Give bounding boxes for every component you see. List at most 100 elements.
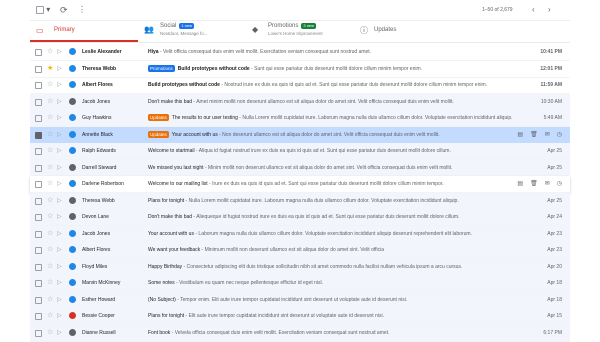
star-icon[interactable]: ☆ xyxy=(47,77,53,93)
star-icon[interactable]: ★ xyxy=(47,61,53,77)
snooze-icon[interactable]: ◷ xyxy=(557,181,562,187)
important-icon[interactable]: ▷ xyxy=(57,77,62,93)
mark-read-icon[interactable]: ✉ xyxy=(545,132,550,138)
important-icon[interactable]: ▷ xyxy=(57,292,62,308)
email-row[interactable]: ☆ ▷ Albert Flores Build prototypes without … xyxy=(30,77,570,94)
select-all-checkbox[interactable]: ▾ xyxy=(36,4,50,16)
people-icon: 👥 xyxy=(144,25,154,34)
email-row[interactable]: ★ ▷ Theresa Webb Promotions Build prototypes… xyxy=(30,61,570,78)
email-date: 12:01 PM xyxy=(540,65,562,72)
star-icon[interactable]: ☆ xyxy=(47,226,53,242)
email-row[interactable]: ☆ ▷ Guy Hawkins Updates The results to our u… xyxy=(30,110,570,127)
email-row[interactable]: ☆ ▷ Jacob Jones Don't make this bad - Amet … xyxy=(30,93,570,111)
email-row[interactable]: ☆ ▷ Darrell Steward We missed you last nigh… xyxy=(30,159,570,177)
important-icon[interactable]: ▷ xyxy=(57,209,62,225)
snooze-icon[interactable]: ◷ xyxy=(557,132,562,138)
important-icon[interactable]: ▷ xyxy=(57,242,62,258)
tab-primary[interactable]: ▭ Primary xyxy=(30,20,138,42)
email-row[interactable]: ☆ ▷ Floyd Miles Happy Birthday - Consectetu… xyxy=(30,258,570,276)
email-date: 6:17 PM xyxy=(543,329,562,336)
email-snippet: - Velvela officia consequat duis enim ve… xyxy=(170,329,390,336)
row-checkbox[interactable] xyxy=(35,296,42,304)
row-checkbox[interactable] xyxy=(35,131,42,139)
email-row[interactable]: ☆ ▷ Esther Howard (No Subject) - Tempor eni… xyxy=(30,291,570,309)
tab-social[interactable]: 👥 Social 1 new Nextdoor, Message fo... xyxy=(140,20,246,42)
email-subject: Welcome to startmail xyxy=(148,148,195,154)
email-row[interactable]: ☆ ▷ Bessie Cooper Plans for tonight - Elit … xyxy=(30,308,570,325)
star-icon[interactable]: ☆ xyxy=(47,44,53,60)
refresh-icon[interactable]: ⟳ xyxy=(60,4,68,16)
star-icon[interactable]: ☆ xyxy=(47,127,53,143)
important-icon[interactable]: ▷ xyxy=(57,325,62,341)
row-checkbox[interactable] xyxy=(35,280,42,287)
star-icon[interactable]: ☆ xyxy=(47,94,53,110)
important-icon[interactable]: ▷ xyxy=(57,176,62,192)
email-row[interactable]: ☆ ▷ Annette Black Updates Your account with … xyxy=(30,126,570,144)
mark-read-icon[interactable]: ✉ xyxy=(545,181,550,187)
email-row[interactable]: ☆ ▷ Jacob Jones Your account with us - Labo… xyxy=(30,225,570,243)
important-icon[interactable]: ▷ xyxy=(57,160,62,176)
star-icon[interactable]: ☆ xyxy=(47,176,53,192)
star-icon[interactable]: ☆ xyxy=(47,325,53,341)
row-checkbox[interactable] xyxy=(35,82,42,89)
avatar xyxy=(69,295,76,303)
tab-updates[interactable]: ⓘ Updates xyxy=(360,20,440,42)
archive-icon[interactable]: ▤ xyxy=(517,132,523,138)
important-icon[interactable]: ▷ xyxy=(57,308,62,324)
email-row[interactable]: ☆ ▷ Darlene Robertson Welcome to our mailin… xyxy=(30,176,570,193)
important-icon[interactable]: ▷ xyxy=(57,127,62,143)
star-icon[interactable]: ☆ xyxy=(47,292,53,308)
row-checkbox[interactable] xyxy=(35,98,42,106)
sender-name: Dianne Russell xyxy=(82,329,116,336)
important-icon[interactable]: ▷ xyxy=(57,44,62,60)
email-row[interactable]: ☆ ▷ Devon Lane Don't make this bad - Aliequ… xyxy=(30,209,570,226)
star-icon[interactable]: ☆ xyxy=(47,308,53,324)
important-icon[interactable]: ▷ xyxy=(57,275,62,291)
star-icon[interactable]: ☆ xyxy=(47,160,53,176)
row-checkbox[interactable] xyxy=(35,164,42,172)
important-icon[interactable]: ▷ xyxy=(57,61,62,77)
row-checkbox[interactable] xyxy=(35,313,42,320)
row-checkbox[interactable] xyxy=(35,230,42,238)
star-icon[interactable]: ☆ xyxy=(47,110,53,126)
row-checkbox[interactable] xyxy=(35,115,42,122)
delete-icon[interactable]: 🗑 xyxy=(530,132,538,138)
star-icon[interactable]: ☆ xyxy=(47,242,53,258)
row-checkbox[interactable] xyxy=(35,197,42,205)
important-icon[interactable]: ▷ xyxy=(57,259,62,275)
important-icon[interactable]: ▷ xyxy=(57,94,62,110)
star-icon[interactable]: ☆ xyxy=(47,259,53,275)
star-icon[interactable]: ☆ xyxy=(47,193,53,209)
email-row[interactable]: ☆ ▷ Leslie Alexander Hiya - Velit officia c… xyxy=(30,44,570,61)
email-row[interactable]: ☆ ▷ Albert Flores We want your feedback - M… xyxy=(30,242,570,259)
email-row[interactable]: ☆ ▷ Ralph Edwards Welcome to startmail - Al… xyxy=(30,143,570,160)
row-checkbox[interactable] xyxy=(35,247,42,254)
chevron-right-icon[interactable]: › xyxy=(548,4,551,16)
row-checkbox[interactable] xyxy=(35,214,42,221)
delete-icon[interactable]: 🗑 xyxy=(530,181,538,187)
row-checkbox[interactable] xyxy=(35,181,42,188)
row-checkbox[interactable] xyxy=(35,329,42,337)
row-checkbox[interactable] xyxy=(35,65,42,73)
archive-icon[interactable]: ▤ xyxy=(517,181,523,187)
email-snippet: - Nostrud irure ex duis ea quis id quis … xyxy=(219,82,488,88)
star-icon[interactable]: ☆ xyxy=(47,209,53,225)
sender-name: Bessie Cooper xyxy=(82,313,115,319)
star-icon[interactable]: ☆ xyxy=(47,275,53,291)
more-vert-icon[interactable]: ⋮ xyxy=(78,4,86,16)
email-row[interactable]: ☆ ▷ Marvin McKinney Some notes - Vestibulum… xyxy=(30,275,570,292)
row-checkbox[interactable] xyxy=(35,148,42,155)
tab-promotions[interactable]: ◆ Promotions 3 new Lowe's Home Improvemen… xyxy=(250,20,360,42)
important-icon[interactable]: ▷ xyxy=(57,193,62,209)
email-row[interactable]: ☆ ▷ Theresa Webb Plans for tonight - Nulla … xyxy=(30,192,570,210)
email-subject: Plans for tonight xyxy=(148,313,185,319)
row-checkbox[interactable] xyxy=(35,263,42,271)
chevron-left-icon[interactable]: ‹ xyxy=(532,4,535,16)
email-preview: Don't make this bad - Amet minim mollit … xyxy=(148,94,522,110)
row-checkbox[interactable] xyxy=(35,49,42,56)
important-icon[interactable]: ▷ xyxy=(57,110,62,126)
star-icon[interactable]: ☆ xyxy=(47,143,53,159)
important-icon[interactable]: ▷ xyxy=(57,226,62,242)
important-icon[interactable]: ▷ xyxy=(57,143,62,159)
email-row[interactable]: ☆ ▷ Dianne Russell Font book - Velvela offi… xyxy=(30,324,570,342)
